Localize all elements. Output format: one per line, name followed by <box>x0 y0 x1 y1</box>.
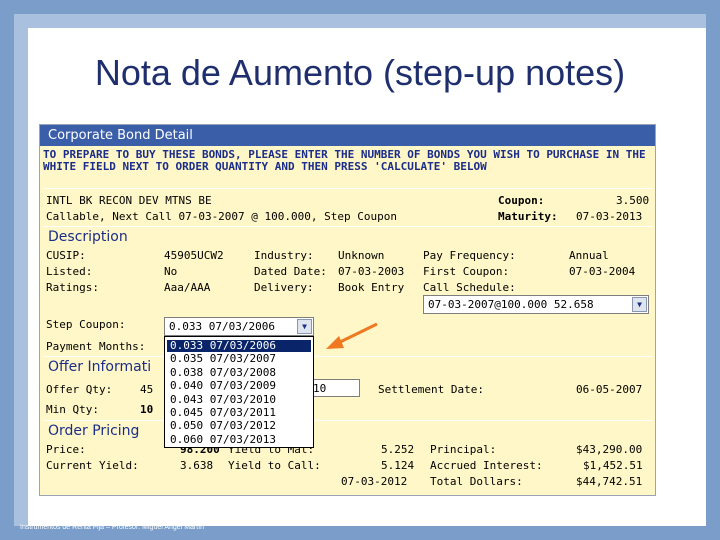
annotation-arrow <box>326 322 378 349</box>
slide-footer: Instrumentos de Renta Fija – Profesor: M… <box>20 524 205 531</box>
arrow-head <box>326 336 344 349</box>
arrow-line <box>335 322 378 346</box>
